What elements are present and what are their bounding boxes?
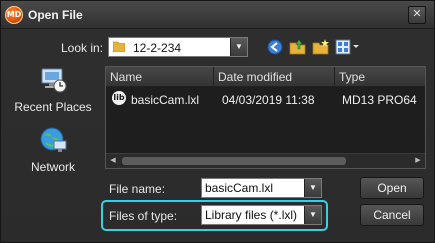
view-menu-icon[interactable]	[335, 38, 361, 56]
files-of-type-label: Files of type:	[109, 209, 178, 223]
look-in-combo[interactable]: 12-2-234 ▼	[108, 37, 248, 57]
place-label: Recent Places	[14, 100, 92, 114]
close-button[interactable]: ✕	[408, 6, 426, 24]
place-network[interactable]: Network	[7, 125, 99, 174]
file-name-value: basicCam.lxl	[205, 181, 274, 195]
horizontal-scrollbar[interactable]: ◀ ▶	[106, 153, 425, 168]
column-header-type[interactable]: Type	[335, 67, 425, 87]
network-icon	[40, 127, 67, 152]
file-date-cell: 04/03/2019 11:38	[222, 93, 315, 107]
column-header-name[interactable]: Name	[106, 67, 214, 87]
files-of-type-value: Library files (*.lxl)	[205, 208, 298, 222]
file-name-label: File name:	[109, 182, 166, 196]
scroll-thumb[interactable]	[122, 157, 346, 165]
scroll-right-icon[interactable]: ▶	[411, 154, 425, 168]
place-label: Network	[30, 160, 75, 174]
title-bar[interactable]: MD Open File ✕	[1, 1, 434, 29]
file-type-cell: MD13 PRO64	[342, 93, 417, 107]
app-logo-icon: MD	[5, 6, 23, 24]
place-recent-places[interactable]: Recent Places	[7, 65, 99, 114]
cancel-button[interactable]: Cancel	[360, 204, 424, 226]
file-list[interactable]: Name Date modified Type lib basicCam.lxl…	[105, 66, 426, 169]
chevron-down-icon[interactable]: ▼	[304, 179, 321, 197]
places-sidebar: Recent Places Network	[7, 63, 99, 233]
recent-places-icon	[41, 68, 67, 93]
folder-icon	[113, 41, 125, 52]
open-file-dialog: MD Open File ✕ Look in: 12-2-234 ▼ Recen…	[0, 0, 435, 243]
column-header-date-modified[interactable]: Date modified	[214, 67, 335, 87]
new-folder-icon[interactable]	[312, 38, 330, 56]
chevron-down-icon[interactable]: ▼	[230, 38, 247, 56]
back-arrow-icon[interactable]	[266, 38, 284, 56]
open-button[interactable]: Open	[360, 177, 424, 199]
up-folder-icon[interactable]	[289, 38, 307, 56]
window-title: Open File	[28, 8, 83, 22]
scroll-left-icon[interactable]: ◀	[106, 154, 120, 168]
file-name-cell: basicCam.lxl	[131, 93, 200, 107]
look-in-value: 12-2-234	[133, 41, 182, 55]
library-file-icon: lib	[112, 91, 126, 105]
file-name-input[interactable]: basicCam.lxl ▼	[201, 178, 322, 198]
files-of-type-select[interactable]: Library files (*.lxl) ▼	[201, 205, 322, 225]
chevron-down-icon[interactable]: ▼	[304, 206, 321, 224]
look-in-label: Look in:	[61, 41, 104, 55]
